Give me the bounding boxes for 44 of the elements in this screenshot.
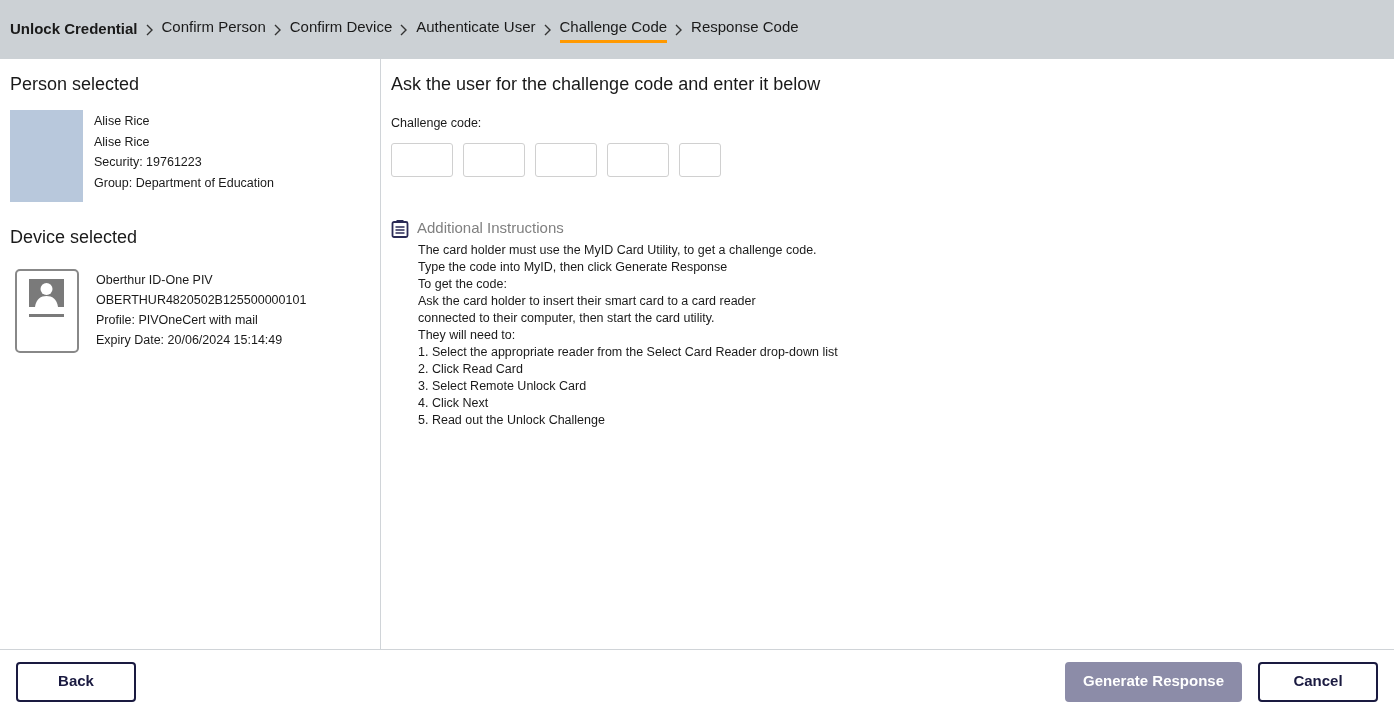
- breadcrumb-title: Unlock Credential: [10, 19, 138, 40]
- section-heading: Device selected: [10, 226, 139, 249]
- instruction-line: To get the code:: [418, 276, 508, 294]
- instruction-line: 3. Select Remote Unlock Card: [418, 378, 588, 396]
- button[interactable]: Back: [16, 661, 136, 702]
- instruction-line: They will need to:: [418, 327, 517, 345]
- section-heading: Person selected: [10, 73, 141, 96]
- breadcrumb-step[interactable]: Confirm Device: [289, 16, 393, 43]
- instruction-line: 5. Read out the Unlock Challenge: [418, 412, 606, 430]
- person-detail: Alise Rice: [94, 133, 151, 151]
- chevron-icon: [543, 23, 552, 36]
- person-detail: Security: 19761223: [94, 154, 203, 171]
- page-heading: Ask the user for the challenge code and enter it below: [391, 73, 822, 96]
- instruction-line: connected to their computer, then start the card utility.: [418, 310, 716, 328]
- instruction-line: 1. Select the appropriate reader from the Select Card Reader drop-down list: [418, 344, 839, 362]
- instruction-line: 2. Click Read Card: [418, 361, 524, 379]
- field-label: Challenge code:: [391, 115, 483, 132]
- instruction-line: The card holder must use the MyID Card Utility, to get a challenge code.: [418, 242, 818, 260]
- breadcrumb-step[interactable]: Confirm Person: [161, 16, 266, 43]
- device-detail: OBERTHUR4820502B125500000101: [96, 292, 307, 309]
- chevron-icon: [145, 23, 154, 36]
- clipboard-icon: [391, 218, 409, 238]
- device-detail: Profile: PIVOneCert with mail: [96, 312, 259, 329]
- code-input-field[interactable]: [679, 142, 721, 177]
- instructions-title: Additional Instructions: [417, 217, 564, 238]
- breadcrumb-step[interactable]: Authenticate User: [416, 16, 536, 43]
- chevron-icon: [273, 23, 282, 36]
- instruction-line: 4. Click Next: [418, 395, 490, 413]
- breadcrumb-step[interactable]: Response Code: [691, 16, 799, 43]
- chevron-icon: [675, 23, 684, 36]
- breadcrumb-step[interactable]: Challenge Code: [559, 16, 668, 43]
- code-input-field[interactable]: [607, 142, 669, 177]
- device-detail: Expiry Date: 20/06/2024 15:14:49: [96, 332, 284, 349]
- instruction-line: Ask the card holder to insert their smart card to a card reader: [418, 293, 757, 311]
- chevron-icon: [400, 23, 409, 36]
- code-input-field[interactable]: [463, 142, 525, 177]
- button[interactable]: Cancel: [1258, 661, 1378, 702]
- card-icon: [15, 269, 79, 353]
- person-detail: Alise Rice: [94, 113, 151, 130]
- person-detail: Group: Department of Education: [94, 174, 274, 192]
- instruction-line: Type the code into MyID, then click Generate Response: [418, 259, 729, 277]
- code-input-field[interactable]: [535, 142, 597, 177]
- device-detail: Oberthur ID-One PIV: [96, 272, 214, 289]
- code-input-field[interactable]: [391, 142, 453, 177]
